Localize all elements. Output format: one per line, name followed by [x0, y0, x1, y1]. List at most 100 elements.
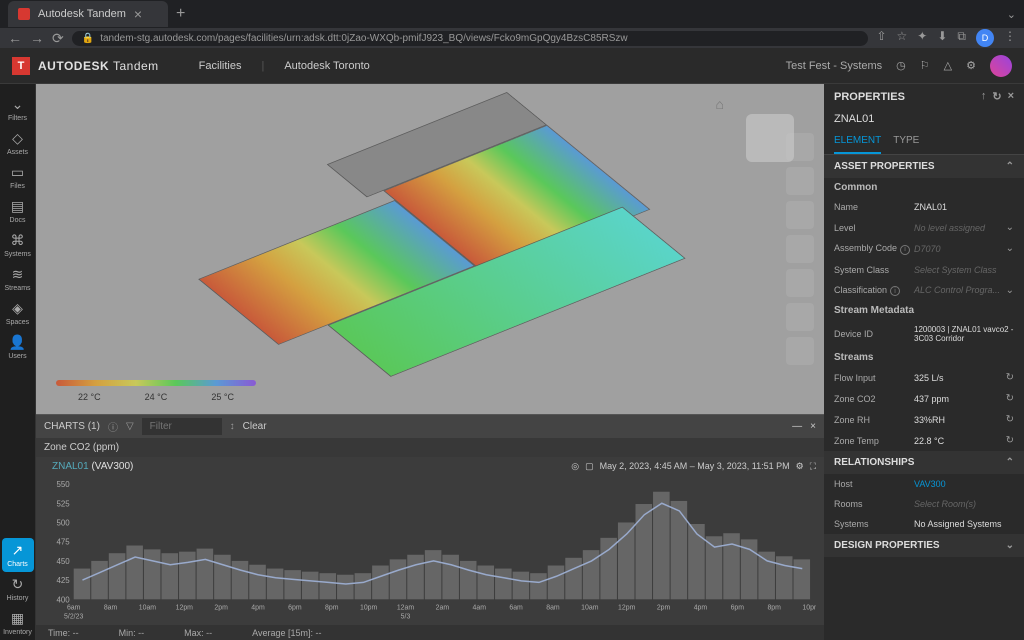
lock-icon: 🔒: [82, 33, 94, 44]
gear-icon[interactable]: ⚙: [966, 59, 976, 72]
bell-icon[interactable]: △: [944, 59, 952, 72]
back-button[interactable]: ←: [8, 30, 22, 46]
rail-spaces[interactable]: ◈Spaces: [2, 296, 34, 330]
rail-assets[interactable]: ◇Assets: [2, 126, 34, 160]
up-icon[interactable]: ↑: [981, 90, 987, 103]
svg-text:6pm: 6pm: [288, 604, 302, 611]
download-icon[interactable]: ⬇: [937, 29, 947, 47]
heatmap-legend: 22 °C 24 °C 25 °C: [56, 380, 256, 402]
expand-icon[interactable]: ⛶: [810, 461, 816, 472]
panel-tabs: ELEMENT TYPE: [824, 129, 1024, 155]
rail-filters[interactable]: ⌄Filters: [2, 92, 34, 126]
rail-inventory[interactable]: ▦Inventory: [2, 606, 34, 640]
footer-max: Max: --: [184, 628, 212, 638]
copy-icon[interactable]: ⧉: [957, 29, 966, 47]
new-tab-button[interactable]: +: [176, 5, 185, 23]
section-design-properties[interactable]: DESIGN PROPERTIES⌄: [824, 534, 1024, 557]
top-nav: Facilities | Autodesk Toronto: [199, 60, 370, 72]
rail-docs[interactable]: ▤Docs: [2, 194, 34, 228]
close-icon[interactable]: ×: [810, 421, 816, 432]
tool-5[interactable]: [786, 269, 814, 297]
tab-type[interactable]: TYPE: [893, 129, 919, 154]
filter-input[interactable]: [142, 418, 222, 435]
browser-tab[interactable]: Autodesk Tandem ×: [8, 1, 168, 27]
info-icon[interactable]: ⓘ: [108, 419, 118, 434]
svg-text:8pm: 8pm: [767, 604, 781, 611]
share-icon[interactable]: ⇧: [876, 29, 886, 47]
prop-flow-input: Flow Input325 L/s↻: [824, 367, 1024, 388]
clear-button[interactable]: Clear: [243, 421, 267, 432]
brand-block[interactable]: T AUTODESK Tandem: [12, 57, 159, 75]
browser-user-avatar[interactable]: D: [976, 29, 994, 47]
svg-text:8am: 8am: [104, 604, 118, 611]
divider: |: [261, 60, 264, 72]
forward-button[interactable]: →: [30, 30, 44, 46]
section-relationships[interactable]: RELATIONSHIPS⌃: [824, 451, 1024, 474]
svg-text:4am: 4am: [473, 604, 487, 611]
filter-icon[interactable]: ▽: [126, 421, 134, 432]
prop-level[interactable]: LevelNo level assigned⌄: [824, 217, 1024, 238]
chart-zone[interactable]: ZNAL01: [52, 461, 89, 472]
left-rail: ⌄Filters◇Assets▭Files▤Docs⌘Systems≋Strea…: [0, 84, 36, 640]
tool-3[interactable]: [786, 201, 814, 229]
prop-rooms[interactable]: RoomsSelect Room(s): [824, 494, 1024, 514]
home-icon[interactable]: ⌂: [716, 96, 724, 112]
nav-facilities[interactable]: Facilities: [199, 60, 242, 72]
prop-systems: SystemsNo Assigned Systems: [824, 514, 1024, 534]
star-icon[interactable]: ☆: [897, 29, 908, 47]
prop-classification[interactable]: ClassificationiALC Control Progra...⌄: [824, 280, 1024, 302]
menu-icon[interactable]: ⋮: [1004, 29, 1016, 47]
clock-icon[interactable]: ◷: [896, 59, 906, 72]
nav-location[interactable]: Autodesk Toronto: [284, 60, 369, 72]
prop-host[interactable]: HostVAV300: [824, 474, 1024, 494]
bookmark-icon[interactable]: ⚐: [920, 59, 930, 72]
rail-charts[interactable]: ↗Charts: [2, 538, 34, 572]
url-input[interactable]: 🔒 tandem-stg.autodesk.com/pages/faciliti…: [72, 31, 869, 46]
view-tools: [786, 133, 814, 365]
chart-date-range: May 2, 2023, 4:45 AM – May 3, 2023, 11:5…: [600, 461, 790, 471]
reload-button[interactable]: ⟳: [52, 30, 64, 47]
rail-history[interactable]: ↻History: [2, 572, 34, 606]
svg-text:6am: 6am: [67, 604, 81, 611]
svg-text:4pm: 4pm: [251, 604, 265, 611]
legend-label-3: 25 °C: [211, 392, 234, 402]
svg-text:5/3: 5/3: [401, 613, 411, 620]
tool-7[interactable]: [786, 337, 814, 365]
legend-label-1: 22 °C: [78, 392, 101, 402]
svg-text:10am: 10am: [581, 604, 598, 611]
building-model: [108, 84, 752, 414]
sort-icon[interactable]: ↕: [230, 421, 235, 432]
calendar-icon[interactable]: ▢: [585, 461, 594, 472]
refresh-icon[interactable]: ↻: [992, 90, 1001, 103]
3d-viewport[interactable]: ⌂ 22 °C 24 °C 25 °C: [36, 84, 824, 414]
prop-system-class[interactable]: System ClassSelect System Class: [824, 260, 1024, 280]
rail-files[interactable]: ▭Files: [2, 160, 34, 194]
tool-6[interactable]: [786, 303, 814, 331]
tool-4[interactable]: [786, 235, 814, 263]
rail-systems[interactable]: ⌘Systems: [2, 228, 34, 262]
tool-2[interactable]: [786, 167, 814, 195]
charts-tab[interactable]: CHARTS (1): [44, 421, 100, 432]
chart-area[interactable]: 4004254504755005255506am5/2/238am10am12p…: [36, 476, 824, 626]
tab-element[interactable]: ELEMENT: [834, 129, 881, 154]
close-icon[interactable]: ×: [1008, 90, 1014, 103]
tab-title: Autodesk Tandem: [38, 8, 126, 20]
minimize-icon[interactable]: —: [792, 421, 802, 432]
rail-streams[interactable]: ≋Streams: [2, 262, 34, 296]
footer-time: Time: --: [48, 628, 79, 638]
rail-users[interactable]: 👤Users: [2, 330, 34, 364]
tool-1[interactable]: [786, 133, 814, 161]
panel-title: PROPERTIES: [834, 91, 905, 103]
prop-assembly-code[interactable]: Assembly CodeiD7070⌄: [824, 238, 1024, 260]
avatar[interactable]: [990, 55, 1012, 77]
svg-text:475: 475: [57, 537, 71, 546]
settings-icon[interactable]: ⚙: [796, 461, 804, 472]
svg-text:550: 550: [57, 480, 71, 489]
svg-text:12pm: 12pm: [618, 604, 635, 611]
target-icon[interactable]: ◎: [571, 461, 579, 472]
section-asset-properties[interactable]: ASSET PROPERTIES⌃: [824, 155, 1024, 178]
close-icon[interactable]: ×: [134, 6, 142, 22]
extensions-icon[interactable]: ✦: [917, 29, 927, 47]
chevron-down-icon[interactable]: ⌄: [1007, 8, 1016, 21]
svg-text:8am: 8am: [546, 604, 560, 611]
